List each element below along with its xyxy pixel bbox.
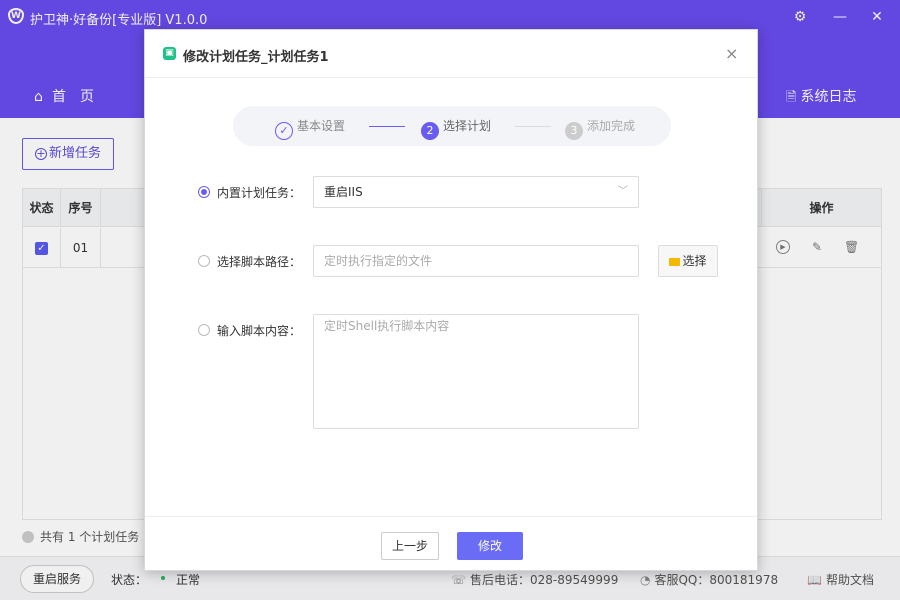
builtin-task-label: 内置计划任务：	[217, 186, 302, 200]
folder-icon	[669, 258, 681, 266]
dialog-task-icon: ▣	[163, 47, 176, 60]
modify-submit-button[interactable]: 修改	[457, 532, 523, 560]
choose-file-label: 选择	[682, 254, 707, 268]
script-content-textarea[interactable]	[313, 314, 639, 429]
script-content-label: 输入脚本内容：	[217, 324, 302, 338]
step-indicator: ✓ 基本设置 2 选择计划 3 添加完成	[233, 106, 671, 146]
step-3-label: 添加完成	[587, 119, 636, 133]
step-connector	[369, 126, 405, 127]
chevron-down-icon: ﹀	[618, 186, 628, 197]
step-2-number: 2	[421, 122, 439, 140]
step-complete: 3 添加完成	[565, 117, 635, 140]
prev-step-button[interactable]: 上一步	[381, 532, 439, 560]
choose-file-button[interactable]: 选择	[658, 245, 718, 277]
step-connector	[515, 126, 551, 127]
step-3-number: 3	[565, 122, 583, 140]
builtin-task-select[interactable]: 重启IIS ﹀	[313, 176, 639, 208]
builtin-task-value: 重启IIS	[324, 185, 363, 199]
script-path-input[interactable]	[313, 245, 639, 277]
edit-task-dialog: ▣ 修改计划任务_计划任务1 × ✓ 基本设置 2 选择计划 3 添加完成 内置计划任…	[144, 29, 758, 571]
script-path-radio[interactable]	[198, 255, 210, 267]
dialog-close-icon[interactable]: ×	[725, 44, 738, 63]
step-basic-settings: ✓ 基本设置	[275, 117, 345, 140]
step-choose-plan: 2 选择计划	[421, 117, 491, 140]
step-2-label: 选择计划	[443, 119, 492, 133]
script-content-radio[interactable]	[198, 324, 210, 336]
dialog-footer: 上一步 修改	[145, 516, 757, 570]
dialog-title: 修改计划任务_计划任务1	[183, 50, 329, 65]
step-1-label: 基本设置	[297, 119, 346, 133]
builtin-task-radio[interactable]	[198, 186, 210, 198]
step-check-icon: ✓	[275, 122, 293, 140]
script-path-label: 选择脚本路径：	[217, 255, 302, 269]
dialog-header: ▣ 修改计划任务_计划任务1 ×	[145, 30, 757, 78]
